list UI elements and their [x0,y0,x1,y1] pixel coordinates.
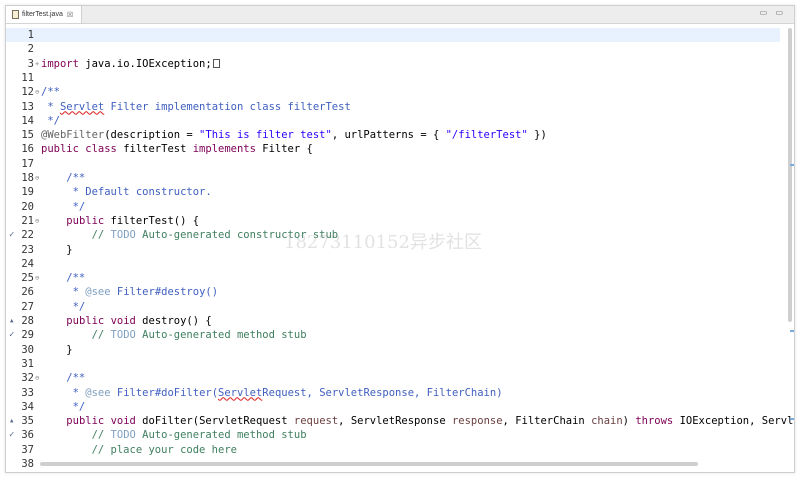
line-number: 14 [21,114,34,127]
line-number: 24 [21,257,34,270]
line-number: 38 [21,458,34,470]
line-number: 21 [21,214,34,227]
code-text: /** [41,372,86,385]
overview-marker[interactable] [790,330,794,332]
code-line[interactable]: 20 */ [6,200,780,214]
code-text: public void doFilter(ServletRequest requ… [66,415,795,428]
overview-marker[interactable] [790,418,794,420]
line-number: 1 [27,29,34,41]
code-text: */ [41,300,86,313]
code-text: public filterTest() { [66,214,200,227]
code-line[interactable]: 1 [6,28,780,43]
code-line[interactable]: 25 ⊖ /** [6,271,780,285]
code-text: } [41,343,73,356]
line-number: 12 [21,86,34,99]
code-line[interactable]: 16 public class filterTest implements Fil… [6,142,780,156]
horizontal-scrollbar[interactable] [40,462,698,466]
editor-tab-bar: filterTest.java ☒ ▭ ▭ [6,6,794,24]
code-text: /** [41,272,86,285]
code-line[interactable]: 17 [6,157,780,171]
code-line[interactable]: 32 ⊖ /** [6,371,780,385]
task-marker-icon[interactable]: ✓ [9,428,14,442]
line-number: 15 [21,129,34,142]
code-line[interactable]: 34 */ [6,400,780,414]
code-text: public class filterTest implements Filte… [41,143,313,156]
line-number: 20 [21,200,34,213]
code-line[interactable]: 12 ⊖/** [6,85,780,99]
window-controls[interactable]: ▭ ▭ [760,8,786,17]
watermark-text: 18273110152异步社区 [284,232,482,253]
code-line[interactable]: 24 [6,257,780,271]
code-text: */ [41,200,86,213]
code-line[interactable]: 2 [6,42,780,56]
line-number: 18 [21,172,34,184]
line-number: 17 [21,157,34,170]
code-text: * @see Filter#doFilter(ServletRequest, S… [41,386,503,399]
code-line[interactable]: 29 ✓ // TODO Auto-generated method stub [6,328,780,342]
collapsed-imports-icon[interactable] [212,59,220,69]
code-text: */ [41,400,86,413]
line-number: 31 [21,357,34,370]
close-tab-icon[interactable]: ☒ [67,11,73,19]
code-text: */ [41,114,60,127]
code-line[interactable]: 18 ⊖ /** [6,171,780,185]
line-number: 30 [21,343,34,356]
line-number: 19 [21,186,34,199]
code-text: public void destroy() { [66,315,212,327]
code-line[interactable]: 31 [6,357,780,371]
line-number: 13 [21,100,34,113]
line-number: 26 [21,286,34,299]
line-number: 23 [21,243,34,256]
tab-filename: filterTest.java [22,11,63,18]
code-line[interactable]: 27 */ [6,300,780,314]
code-line[interactable]: 37 // place your code here [6,443,780,457]
line-number: 11 [21,71,34,84]
java-file-icon [12,10,19,19]
code-text: @WebFilter(description = "This is filter… [41,129,547,142]
code-text: /** [41,172,86,184]
code-text: * @see Filter#destroy() [41,286,219,299]
task-marker-icon[interactable]: ✓ [9,228,14,242]
code-line[interactable]: 28 ▴ public void destroy() { [6,314,780,328]
code-text: } [41,243,73,256]
line-number: 27 [21,300,34,313]
code-line[interactable]: 26 * @see Filter#destroy() [6,285,780,299]
override-marker-icon[interactable]: ▴ [9,414,14,428]
code-text: // TODO Auto-generated method stub [91,329,307,342]
code-text: * Default constructor. [41,186,212,199]
code-text: * Servlet Filter implementation class fi… [41,100,351,113]
code-line[interactable]: 15 @WebFilter(description = "This is filt… [6,128,780,142]
code-text: // TODO Auto-generated method stub [91,429,307,442]
line-number: 2 [27,43,34,56]
line-number: 32 [21,372,34,385]
code-line[interactable]: 30 } [6,343,780,357]
code-line[interactable]: 11 [6,71,780,85]
overview-marker[interactable] [790,164,794,166]
editor-tab-filtertest[interactable]: filterTest.java ☒ [6,6,83,23]
code-line[interactable]: 19 * Default constructor. [6,185,780,199]
task-marker-icon[interactable]: ✓ [9,328,14,342]
code-text: /** [41,86,60,99]
line-number: 33 [21,386,34,399]
code-text: // place your code here [91,443,237,456]
code-line[interactable]: 13 * Servlet Filter implementation class… [6,100,780,114]
line-number: 25 [21,272,34,285]
line-number: 16 [21,143,34,156]
code-line[interactable]: 3 + import java.io.IOException; [6,57,780,71]
code-line[interactable]: 36 ✓ // TODO Auto-generated method stub [6,428,780,442]
code-line[interactable]: 21 ⊖ public filterTest() { [6,214,780,228]
override-marker-icon[interactable]: ▴ [9,314,14,328]
code-line[interactable]: 35 ▴ public void doFilter(ServletRequest … [6,414,794,428]
code-line[interactable]: 33 * @see Filter#doFilter(ServletRequest… [6,386,780,400]
code-text: import java.io.IOException; [41,57,220,71]
vertical-scrollbar[interactable] [788,28,792,322]
code-line[interactable]: 14 */ [6,114,780,128]
line-number: 37 [21,443,34,456]
line-number: 34 [21,400,34,413]
line-number: 3 [27,57,34,70]
